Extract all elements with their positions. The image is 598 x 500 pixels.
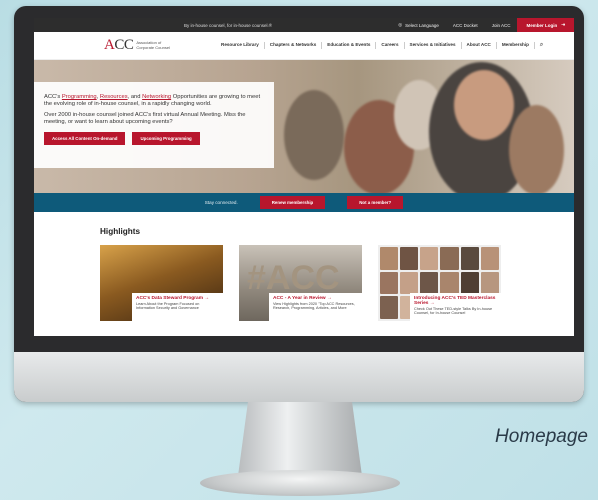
hero-p1-sep2: , and <box>127 94 143 100</box>
logo-mark-cc: CC <box>114 37 134 53</box>
stay-connected-label: Stay connected. <box>204 200 238 205</box>
highlights-section: Highlights ACC's Data Steward Program → … <box>34 212 574 321</box>
nav-about-acc[interactable]: About ACC <box>462 42 497 49</box>
logo-subtext: Association of Corporate Counsel <box>136 40 170 50</box>
card-caption: Introducing ACC's TED Masterclass Series… <box>410 293 501 321</box>
member-login-button[interactable]: Member Login ⇥ <box>517 18 574 32</box>
main-nav: Resource Library Chapters & Networks Edu… <box>216 42 548 49</box>
not-a-member-button[interactable]: Not a member? <box>347 196 404 209</box>
card-title-text: ACC - A Year in Review <box>273 296 326 301</box>
logo-mark-a: A <box>104 37 115 53</box>
highlights-title: Highlights <box>100 227 141 236</box>
search-icon[interactable]: ⌕ <box>535 42 548 49</box>
nav-education-events[interactable]: Education & Events <box>322 42 377 49</box>
renew-membership-button[interactable]: Renew membership <box>259 196 326 209</box>
monitor-stand-base <box>200 470 400 496</box>
card-caption: ACC's Data Steward Program → Learn About… <box>132 293 223 321</box>
card-description: View Highlights from 2020 "Top ACC Resou… <box>273 302 355 311</box>
card-title-text: ACC's Data Steward Program <box>136 296 203 301</box>
card-title: ACC's Data Steward Program → <box>136 296 219 301</box>
card-description: Learn About the Program Focused on Infor… <box>136 302 200 311</box>
upcoming-programming-button[interactable]: Upcoming Programming <box>132 132 200 145</box>
monitor-stand-neck <box>238 402 362 476</box>
logo-sub-line2: Corporate Counsel <box>136 44 170 50</box>
arrow-right-icon: → <box>326 296 332 301</box>
hero-paragraph-2: Over 2000 in-house counsel joined ACC's … <box>44 112 246 125</box>
card-title: Introducing ACC's TED Masterclass Series… <box>414 296 497 306</box>
nav-membership[interactable]: Membership <box>497 42 535 49</box>
login-arrow-icon: ⇥ <box>561 22 565 27</box>
caption: Homepage <box>495 426 588 447</box>
stay-connected-band: Stay connected. Renew membership Not a m… <box>34 193 574 212</box>
card-title-text: Introducing ACC's TED Masterclass Series <box>414 296 496 306</box>
nav-careers[interactable]: Careers <box>376 42 405 49</box>
hero-buttons: Access All Content On-demand Upcoming Pr… <box>44 132 262 145</box>
select-language[interactable]: ◎ Select Language <box>391 18 446 32</box>
hero-photo-figure <box>284 90 344 180</box>
hero-banner: ACC's Programming, Resources, and Networ… <box>34 60 574 193</box>
resources-link[interactable]: Resources <box>100 94 128 100</box>
nav-services-initiatives[interactable]: Services & Initiatives <box>405 42 462 49</box>
access-content-button[interactable]: Access All Content On-demand <box>44 132 126 145</box>
card-title: ACC - A Year in Review → <box>273 296 358 301</box>
website-screen: By in-house counsel, for in-house counse… <box>34 18 574 336</box>
highlights-cards: ACC's Data Steward Program → Learn About… <box>100 245 574 321</box>
programming-link[interactable]: Programming <box>62 94 97 100</box>
acc-docket-link[interactable]: ACC Docket <box>446 18 485 32</box>
highlight-card[interactable]: #ACC ACC - A Year in Review → View Highl… <box>239 245 362 321</box>
nav-resource-library[interactable]: Resource Library <box>216 42 265 49</box>
hero-photo-face <box>454 70 514 140</box>
arrow-right-icon: → <box>429 301 435 306</box>
hero-photo-figure <box>509 105 564 193</box>
globe-icon: ◎ <box>398 22 403 27</box>
tagline: By in-house counsel, for in-house counse… <box>184 22 273 28</box>
card-caption: ACC - A Year in Review → View Highlights… <box>269 293 362 321</box>
join-acc-link[interactable]: Join ACC <box>485 18 518 32</box>
highlight-card[interactable]: Introducing ACC's TED Masterclass Series… <box>378 245 501 321</box>
monitor-chin <box>14 352 584 402</box>
card-description: Check Out These TED-style Talks By In-ho… <box>414 307 493 316</box>
nav-chapters-networks[interactable]: Chapters & Networks <box>265 42 323 49</box>
select-language-label: Select Language <box>405 22 439 28</box>
highlight-card[interactable]: ACC's Data Steward Program → Learn About… <box>100 245 223 321</box>
logo-mark: ACC <box>104 37 134 54</box>
arrow-right-icon: → <box>204 296 210 301</box>
hero-message-panel: ACC's Programming, Resources, and Networ… <box>34 82 274 168</box>
utility-bar: By in-house counsel, for in-house counse… <box>34 18 574 32</box>
site-header: ACC Association of Corporate Counsel Res… <box>34 32 574 60</box>
acc-logo[interactable]: ACC Association of Corporate Counsel <box>104 37 214 54</box>
member-login-label: Member Login <box>526 22 558 28</box>
hero-p1-prefix: ACC's <box>44 94 62 100</box>
networking-link[interactable]: Networking <box>142 94 171 100</box>
hero-paragraph-1: ACC's Programming, Resources, and Networ… <box>44 94 262 108</box>
